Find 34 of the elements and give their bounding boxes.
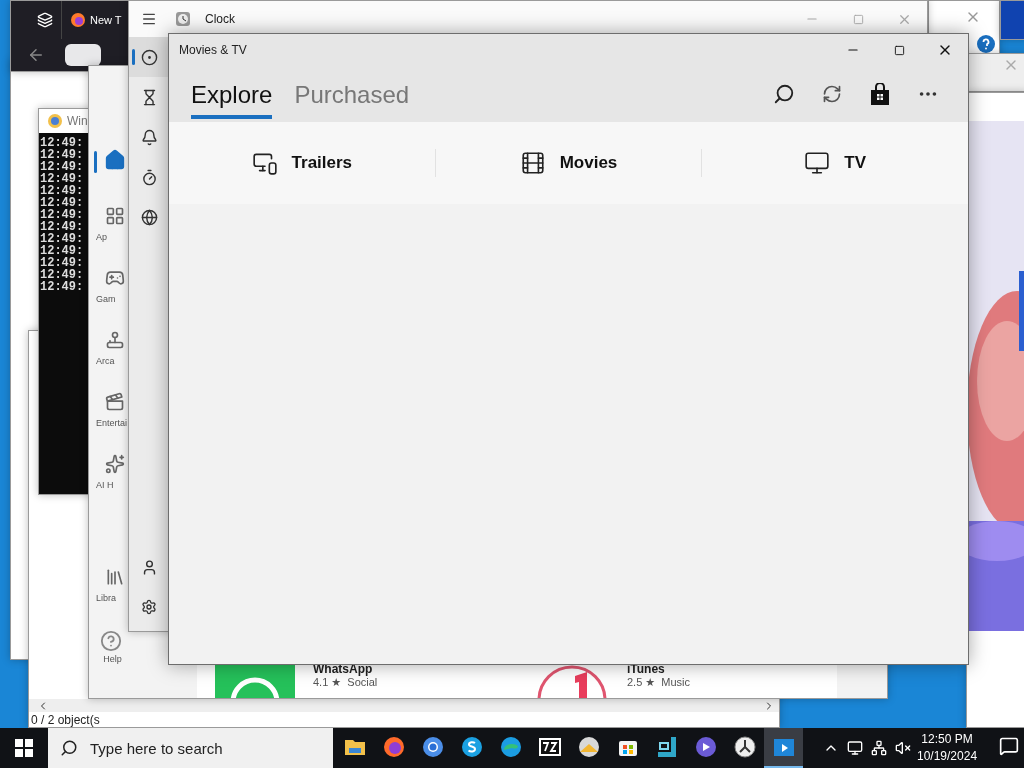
nav-label[interactable]: Libra [93, 593, 116, 603]
tab[interactable]: Purchased [294, 69, 410, 119]
window-title: Win [67, 114, 88, 128]
app-name: WhatsApp [313, 662, 374, 676]
console-line: 12:49: [40, 185, 85, 197]
window-title: Movies & TV [179, 43, 247, 57]
console-line: 12:49: [40, 197, 85, 209]
nav-label[interactable]: Arca [93, 356, 115, 366]
search-field[interactable]: Type here to search [48, 728, 333, 768]
nav-label[interactable]: AI H [93, 480, 114, 490]
console-line: 12:49: [40, 173, 85, 185]
browser-tab[interactable]: New T [61, 1, 122, 39]
nav-label[interactable]: Gam [93, 294, 116, 304]
nav-label[interactable]: Ap [93, 232, 107, 242]
console-line: 12:49: [40, 269, 85, 281]
console-line: 12:49: [40, 221, 85, 233]
console-line: 12:49: [40, 149, 85, 161]
console-line: 12:49: [40, 233, 85, 245]
console-line: 12:49: [40, 281, 85, 293]
console-line: 12:49: [40, 257, 85, 269]
window-title: Clock [205, 12, 235, 26]
nav-label[interactable]: Entertai [93, 418, 128, 428]
category-link[interactable]: Movies [435, 149, 703, 177]
clock-display[interactable]: 12:50 PM 10/19/2024 [917, 731, 978, 765]
status-text: 0 / 2 object(s [31, 712, 100, 727]
console-line: 12:49: [40, 209, 85, 221]
app-meta: 2.5 ★ Music [627, 676, 691, 689]
app-meta: 4.1 ★ Social [313, 676, 378, 689]
console-line: 12:49: [40, 245, 85, 257]
console-line: 12:49: [40, 161, 85, 173]
nav-label[interactable]: Help [100, 654, 122, 664]
category-link[interactable]: TV [702, 149, 968, 177]
category-link[interactable]: Trailers [169, 149, 436, 177]
console-line: 12:49: [40, 137, 85, 149]
